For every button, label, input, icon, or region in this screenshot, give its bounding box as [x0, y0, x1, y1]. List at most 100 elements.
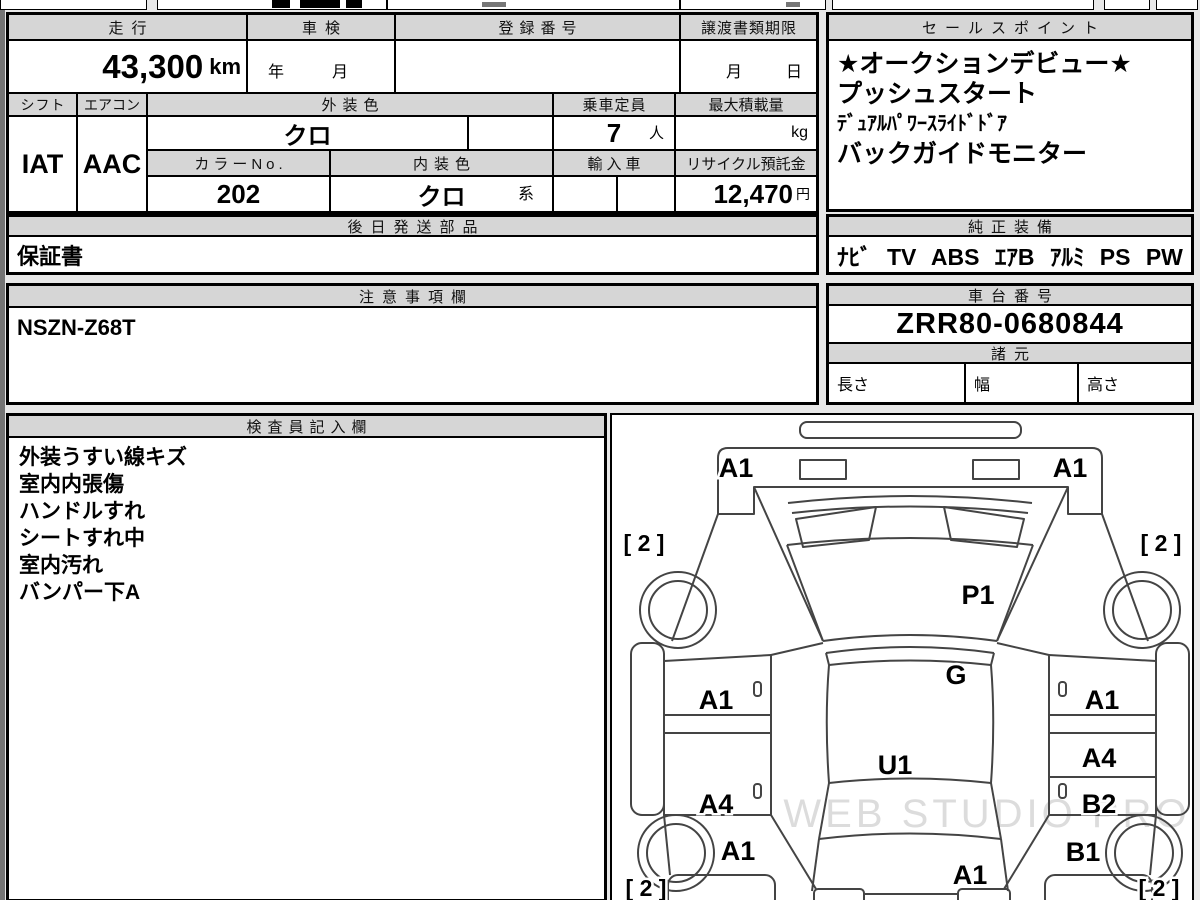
rear-bumper-corner-left [667, 874, 776, 900]
notes-value: NSZN-Z68T [8, 307, 817, 403]
hood-side [996, 544, 1034, 642]
roof-side [990, 664, 995, 784]
interior-color-header: 内装色 [330, 150, 553, 176]
windshield-base [825, 646, 995, 654]
inspection-header: 車検 [247, 14, 395, 40]
side-sill-right [1155, 642, 1190, 816]
inspector-header: 検査員記入欄 [8, 415, 605, 437]
cowl-line [787, 495, 1033, 504]
import-extra-cell [617, 176, 675, 212]
later-parts-header: 後日発送部品 [8, 216, 817, 236]
top-strip-cell [1104, 0, 1150, 10]
damage-code-label: A1 [1085, 685, 1120, 715]
registration-no-header: 登録番号 [395, 14, 680, 40]
capacity-value-cell: 7 人 [553, 116, 675, 150]
inspector-body: 外装うすい線キズ 室内内張傷 ハンドルすれ シートすれ中 室内汚れ バンパー下A [8, 437, 605, 900]
shift-value: IAT [8, 116, 77, 212]
aircon-header: エアコン [77, 93, 147, 116]
recycle-deposit-unit: 円 [796, 186, 810, 202]
damage-code-label: U1 [878, 750, 913, 780]
transfer-deadline-header: 譲渡書類期限 [680, 14, 817, 40]
front-panel [717, 447, 1103, 515]
damage-code-label: A1 [719, 453, 754, 483]
aircon-value: AAC [77, 116, 147, 212]
damage-code-label: B2 [1082, 789, 1117, 819]
clipped-text-fragment [786, 2, 800, 7]
sales-point-line: バックガイドモニター [837, 140, 1088, 168]
wheel-front-left-inner [648, 580, 708, 640]
mileage-value: 43,300 [102, 47, 204, 85]
registration-no-value-cell [395, 40, 680, 93]
damage-code-label: G [945, 660, 966, 690]
clipped-text-fragment [300, 0, 340, 8]
top-strip-cell [387, 0, 680, 10]
color-no-header: カラーNo. [147, 150, 330, 176]
damage-code-label: B1 [1066, 837, 1101, 867]
top-strip-cell [680, 0, 826, 10]
exterior-color-value: クロ [147, 116, 468, 150]
interior-color-value: クロ [417, 183, 466, 211]
windshield-base [822, 634, 998, 642]
clipped-text-fragment [272, 0, 290, 8]
pillar-joint [990, 652, 995, 666]
wheel-front-right-inner [1112, 580, 1172, 640]
damage-code-label: A4 [1082, 743, 1117, 773]
sales-point-line: ★オークションデビュー★ [837, 50, 1132, 78]
rear-bumper-corner-right [1044, 874, 1153, 900]
transfer-day-suffix: 日 [785, 64, 802, 81]
door-handle [1058, 681, 1067, 697]
damage-code-label: A1 [1053, 453, 1088, 483]
damage-code-label: A1 [953, 860, 988, 890]
length-cell: 長さ [828, 363, 965, 403]
later-parts-value: 保証書 [8, 236, 817, 273]
sales-point-line: プッシュスタート [837, 80, 1038, 108]
diagram-panel: WEB STUDIO PRO A1 A1 [2] [2] P1 G A1… [612, 415, 1192, 900]
inspection-month-suffix: 月 [332, 64, 349, 81]
notes-header: 注意事項欄 [8, 285, 817, 307]
width-cell: 幅 [965, 363, 1078, 403]
shift-header: シフト [8, 93, 77, 116]
import-header: 輸入車 [553, 150, 675, 176]
clipped-text-fragment [346, 0, 362, 8]
roof-front-edge [828, 659, 992, 666]
max-load-header: 最大積載量 [675, 93, 817, 116]
inspector-note-line: シートすれ中 [19, 527, 145, 550]
wheel-rear-left-inner [646, 823, 706, 883]
transfer-month-suffix: 月 [725, 64, 742, 81]
mileage-value-cell: 43,300 km [8, 40, 247, 93]
damage-code-label: [ 2 ] [1141, 530, 1182, 556]
belt-line-right [996, 642, 1050, 656]
damage-code-label: A1 [721, 836, 756, 866]
damage-code-label: A4 [699, 789, 734, 819]
top-strip-cell [0, 0, 147, 10]
height-cell: 高さ [1078, 363, 1192, 403]
inspector-note-line: 外装うすい線キズ [19, 446, 187, 469]
exterior-color-header: 外装色 [147, 93, 553, 116]
inspector-note-line: バンパー下A [19, 581, 141, 604]
equipment-header: 純正装備 [828, 216, 1192, 236]
transfer-deadline-value-cell: 月 日 [680, 40, 817, 93]
front-bumper-strip [799, 421, 1022, 439]
top-strip-cell [832, 0, 1094, 10]
inspection-year-suffix: 年 [268, 64, 285, 81]
cowl-line [791, 505, 1029, 514]
dimensions-header: 諸元 [828, 343, 1192, 363]
recycle-deposit-value-cell: 12,470 円 [675, 176, 817, 212]
interior-color-suffix: 系 [517, 186, 534, 203]
chassis-value: ZRR80-0680844 [828, 305, 1192, 343]
sales-points-header: セールスポイント [828, 14, 1192, 40]
belt-line-left [770, 642, 824, 656]
interior-color-value-cell: クロ 系 [330, 176, 553, 212]
inspector-note-line: 室内汚れ [19, 554, 103, 577]
sales-points-body: ★オークションデビュー★ プッシュスタート ﾃﾞｭｱﾙﾊﾟﾜｰｽﾗｲﾄﾞﾄﾞｱ … [828, 40, 1192, 210]
damage-code-label: [ 2 ] [624, 530, 665, 556]
inspection-value-cell: 年 月 [247, 40, 395, 93]
chassis-header: 車台番号 [828, 285, 1192, 305]
equipment-value: ﾅﾋﾞ TV ABS ｴｱB ｱﾙﾐ PS PW [828, 236, 1192, 273]
wheel-front-right [1103, 571, 1181, 649]
import-value-cell [553, 176, 617, 212]
side-sill-left [630, 642, 665, 816]
clipped-text-fragment [482, 2, 506, 7]
mileage-header: 走行 [8, 14, 247, 40]
capacity-header: 乗車定員 [553, 93, 675, 116]
